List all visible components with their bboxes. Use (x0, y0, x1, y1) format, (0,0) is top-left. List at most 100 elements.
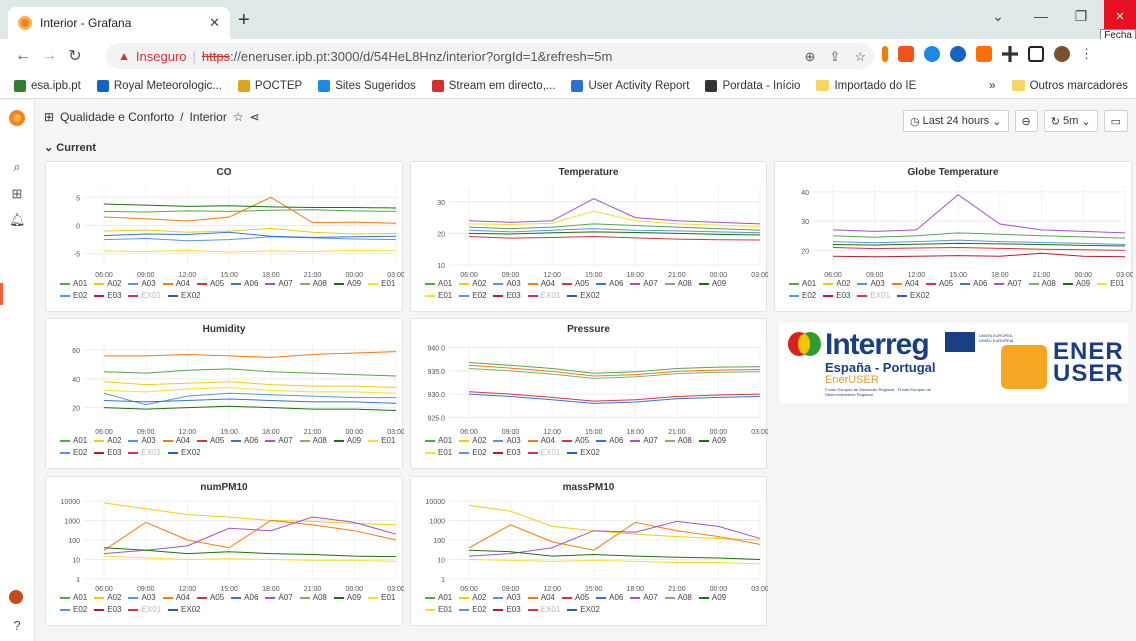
tab-search-icon[interactable]: ⌄ (975, 0, 1021, 32)
legend-item[interactable]: EX01 (128, 291, 161, 300)
legend-item[interactable]: A07 (265, 279, 293, 288)
legend-item[interactable]: A03 (493, 436, 521, 445)
legend-item[interactable]: A02 (94, 436, 121, 445)
legend-item[interactable]: EX02 (897, 291, 930, 300)
tv-mode-button[interactable]: ▭ (1103, 110, 1128, 132)
legend-item[interactable]: A05 (196, 279, 224, 288)
legend-item[interactable]: A06 (231, 436, 258, 445)
legend-item[interactable]: A08 (664, 279, 692, 288)
bookmark-item[interactable]: Sites Sugeridos (318, 79, 416, 92)
time-range-picker[interactable]: ◷ Last 24 hours ⌄ (902, 110, 1009, 132)
legend-item[interactable]: E02 (60, 291, 87, 300)
legend-item[interactable]: A05 (561, 436, 589, 445)
legend-item[interactable]: E03 (493, 291, 521, 300)
side-panel-icon[interactable] (1028, 46, 1044, 62)
alerting-bell-icon[interactable]: 🔔︎ (9, 212, 26, 228)
legend-item[interactable]: A06 (596, 436, 623, 445)
legend-item[interactable]: A06 (960, 279, 987, 288)
puzzle-icon[interactable] (1002, 46, 1018, 62)
bookmark-item[interactable]: Importado do IE (816, 80, 916, 92)
legend-item[interactable]: E03 (493, 605, 521, 614)
bookmark-item[interactable]: User Activity Report (571, 79, 689, 92)
bookmarks-overflow-button[interactable]: » (989, 80, 995, 92)
legend-item[interactable]: E01 (1097, 279, 1124, 288)
legend-item[interactable]: A09 (333, 279, 361, 288)
panel-co[interactable]: CO 5 0 -5 06:00 09:00 12:00 15:00 18:00 21:00 00:0… (45, 161, 404, 312)
legend-item[interactable]: EX01 (527, 605, 560, 614)
legend-item[interactable]: A04 (162, 279, 190, 288)
legend-item[interactable]: A02 (94, 593, 121, 602)
extension-icon[interactable] (950, 46, 966, 62)
bookmark-item[interactable]: POCTEP (237, 79, 302, 92)
address-bar[interactable]: ▲ Inseguro | https://eneruser.ipb.pt:300… (106, 43, 874, 69)
legend-item[interactable]: A06 (596, 593, 623, 602)
rss-icon[interactable] (976, 46, 992, 62)
legend-item[interactable]: A07 (265, 593, 293, 602)
legend-item[interactable]: A07 (265, 436, 293, 445)
extension-icon[interactable] (924, 46, 940, 62)
legend-item[interactable]: A01 (60, 279, 87, 288)
legend-item[interactable]: A02 (459, 436, 486, 445)
legend-item[interactable]: A09 (698, 436, 726, 445)
legend-item[interactable]: E03 (493, 448, 521, 457)
bookmark-star-icon[interactable]: ☆ (854, 49, 866, 65)
search-icon[interactable]: ⌕ (9, 159, 25, 175)
legend-item[interactable]: A04 (527, 279, 555, 288)
legend-item[interactable]: EX02 (168, 605, 201, 614)
legend-item[interactable]: A03 (128, 436, 156, 445)
legend-item[interactable]: A08 (664, 436, 692, 445)
legend-item[interactable]: EX01 (527, 448, 560, 457)
legend-item[interactable]: A05 (196, 593, 224, 602)
close-tab-icon[interactable]: ✕ (209, 15, 220, 31)
panel-temperature[interactable]: Temperature 30 20 10 06:00 09:00 12:00 15:00 18:… (410, 161, 768, 312)
legend-item[interactable]: E03 (94, 605, 121, 614)
legend-item[interactable]: A02 (823, 279, 850, 288)
legend-item[interactable]: A04 (527, 436, 555, 445)
share-icon[interactable]: ⋖ (250, 110, 260, 124)
legend-item[interactable]: A04 (162, 436, 190, 445)
legend-item[interactable]: A05 (925, 279, 953, 288)
legend-item[interactable]: A02 (94, 279, 121, 288)
star-icon[interactable]: ☆ (233, 110, 244, 124)
legend-item[interactable]: E03 (94, 448, 121, 457)
legend-item[interactable]: A01 (60, 436, 87, 445)
legend-item[interactable]: EX01 (128, 605, 161, 614)
legend-item[interactable]: A03 (857, 279, 885, 288)
legend-item[interactable]: A02 (459, 279, 486, 288)
url-text[interactable]: https://eneruser.ipb.pt:3000/d/54HeL8Hnz… (202, 49, 612, 64)
legend-item[interactable]: A06 (231, 593, 258, 602)
legend-item[interactable]: E03 (823, 291, 850, 300)
legend-item[interactable]: A06 (231, 279, 258, 288)
legend-item[interactable]: E01 (368, 279, 395, 288)
legend-item[interactable]: E02 (60, 448, 87, 457)
legend-item[interactable]: A06 (596, 279, 623, 288)
legend-item[interactable]: A07 (630, 436, 658, 445)
legend-item[interactable]: E02 (459, 291, 486, 300)
legend-item[interactable]: E03 (94, 291, 121, 300)
menu-kebab-icon[interactable]: ⋮ (1080, 46, 1093, 62)
new-tab-button[interactable]: + (238, 9, 250, 32)
legend-item[interactable]: A03 (493, 593, 521, 602)
legend-item[interactable]: A04 (891, 279, 919, 288)
legend-item[interactable]: A04 (162, 593, 190, 602)
panel-masspm10[interactable]: massPM10 10000 1000 100 10 1 06:00 09:00 12:00 15… (410, 476, 768, 626)
reload-icon[interactable]: ↻ (62, 46, 88, 66)
back-arrow-icon[interactable]: ← (10, 47, 36, 65)
window-close-button[interactable]: ✕ (1104, 0, 1136, 32)
bookmark-item[interactable]: Royal Meteorologic... (96, 79, 222, 92)
legend-item[interactable]: A07 (630, 593, 658, 602)
security-label[interactable]: Inseguro (136, 49, 187, 64)
legend-item[interactable]: EX02 (567, 605, 600, 614)
legend-item[interactable]: E02 (459, 605, 486, 614)
dashboard-title[interactable]: Interior (189, 110, 226, 124)
legend-item[interactable]: E01 (368, 436, 395, 445)
panel-pressure[interactable]: Pressure 940.0 935.0 930.0 925.0 06:00 09:00 12… (410, 318, 768, 469)
row-title[interactable]: ⌄ Current (44, 141, 96, 154)
legend-item[interactable]: E02 (789, 291, 816, 300)
legend-item[interactable]: A08 (299, 279, 327, 288)
share-icon[interactable]: ⇪ (829, 49, 840, 65)
legend-item[interactable]: A09 (698, 279, 726, 288)
legend-item[interactable]: A02 (459, 593, 486, 602)
legend-item[interactable]: A08 (664, 593, 692, 602)
forward-arrow-icon[interactable]: → (36, 47, 62, 65)
